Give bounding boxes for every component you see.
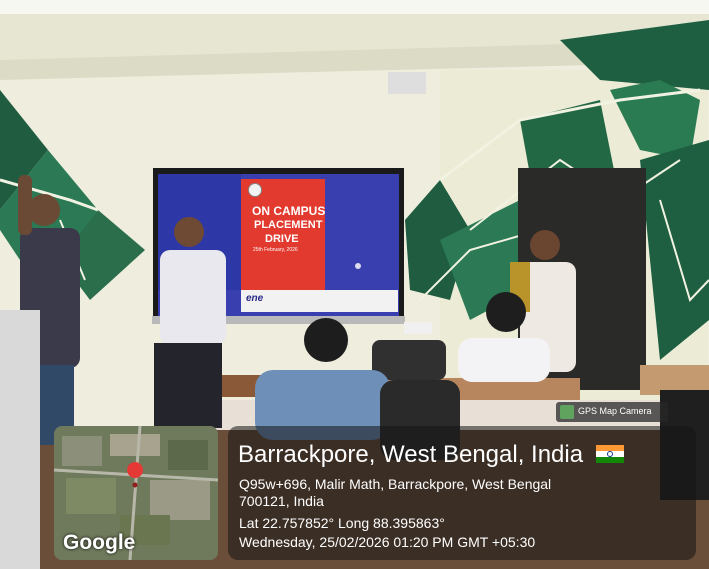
power-socket	[404, 322, 432, 334]
slide-footer-strip	[241, 290, 398, 312]
slide-brand-logo: ene	[246, 293, 264, 304]
coordinates-text: Lat 22.757852° Long 88.395863°	[239, 515, 445, 531]
slide-headline-1: ON CAMPUS	[252, 204, 326, 218]
slide-headline-3: DRIVE	[265, 233, 299, 245]
top-frame	[0, 0, 709, 14]
screen-cursor	[355, 263, 361, 269]
camera-badge-label: GPS Map Camera	[578, 406, 652, 416]
datetime-text: Wednesday, 25/02/2026 01:20 PM GMT +05:3…	[239, 534, 536, 550]
address-block: Q95w+696, Malir Math, Barrackpore, West …	[239, 476, 639, 510]
slide-headline-2: PLACEMENT	[254, 219, 323, 231]
location-title-text: Barrackpore, West Bengal, India	[238, 441, 584, 468]
person-edge	[0, 310, 40, 569]
india-flag-icon	[595, 444, 624, 463]
university-logo-icon	[248, 183, 262, 197]
location-title: Barrackpore, West Bengal, India	[238, 441, 624, 469]
gps-camera-badge: GPS Map Camera	[556, 402, 668, 422]
slide-date: 25th February, 2026	[253, 247, 298, 253]
google-logo: Google	[63, 531, 136, 554]
address-line-1: Q95w+696, Malir Math, Barrackpore, West …	[239, 476, 552, 492]
wall-vent	[388, 72, 426, 94]
address-line-2: 700121, India	[239, 493, 324, 509]
camera-app-icon	[560, 405, 574, 419]
